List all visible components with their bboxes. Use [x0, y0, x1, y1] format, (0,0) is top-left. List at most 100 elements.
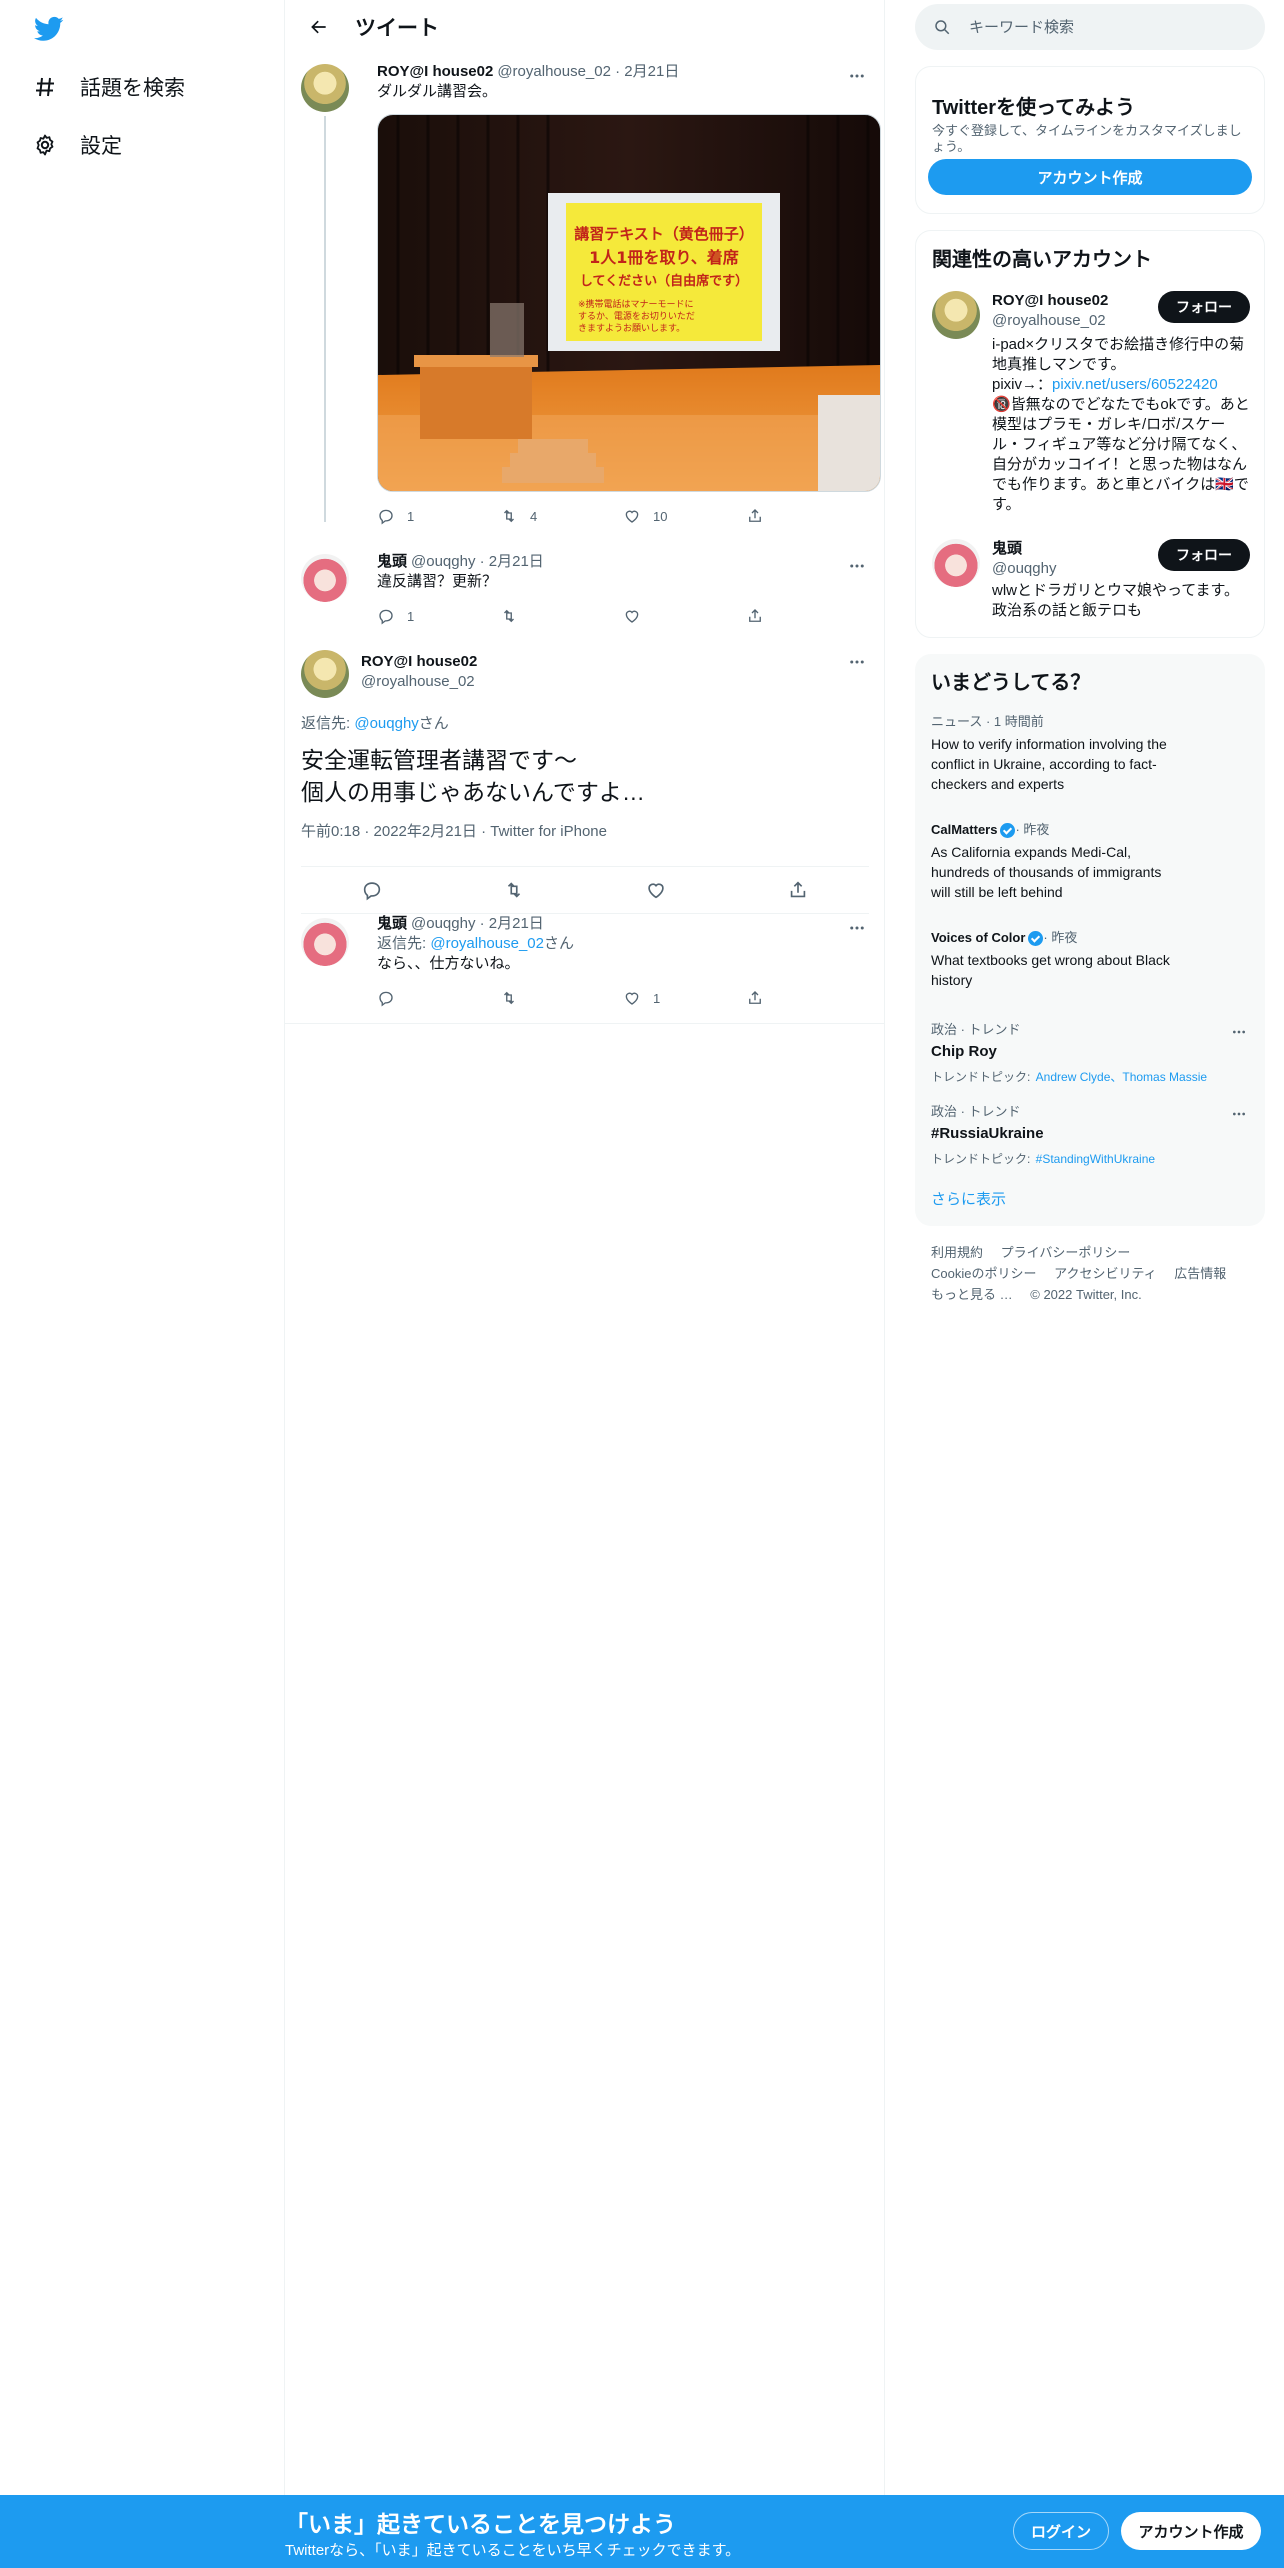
author-name[interactable]: ROY@I house02 — [377, 62, 493, 82]
avatar[interactable] — [932, 539, 980, 587]
author-handle[interactable]: @royalhouse_02 — [361, 672, 869, 692]
pixiv-link[interactable]: pixiv.net/users/60522420 — [1052, 376, 1218, 393]
account-bio: i-pad×クリスタでお絵描き修行中の菊地真推しマンです。 pixiv→：pix… — [992, 335, 1250, 515]
retweet-button[interactable]: 4 — [500, 507, 623, 525]
like-button[interactable]: 10 — [623, 507, 746, 525]
footer-link[interactable]: 利用規約 — [931, 1245, 983, 1260]
like-button[interactable] — [638, 872, 674, 908]
reply-button[interactable] — [377, 989, 500, 1007]
tweet-item[interactable]: ROY@I house02 @royalhouse_02 · 2月21日 ダルダ… — [285, 62, 885, 532]
nav-explore[interactable]: 話題を検索 — [32, 59, 185, 115]
reply-button[interactable]: 1 — [377, 607, 500, 625]
share-button[interactable] — [746, 507, 869, 525]
trends-card: いまどうしてる？ ニュース · 1 時間前 How to verify info… — [915, 654, 1265, 1226]
share-icon — [749, 509, 761, 522]
footer-link[interactable]: アクセシビリティ — [1054, 1266, 1157, 1281]
trend-more-button[interactable] — [1229, 1022, 1249, 1042]
reply-button[interactable]: 1 — [377, 507, 500, 525]
share-button[interactable] — [746, 607, 869, 625]
footer-more-link[interactable]: もっと見る … — [931, 1287, 1013, 1302]
share-icon — [790, 881, 806, 898]
reply-to-line: 返信先: @royalhouse_02さん — [377, 934, 869, 954]
author-name[interactable]: ROY@I house02 — [361, 652, 869, 672]
footer-link[interactable]: Cookieのポリシー — [931, 1266, 1036, 1281]
search-box[interactable] — [915, 4, 1265, 50]
reply-handle-link[interactable]: @royalhouse_02 — [430, 935, 544, 952]
login-button[interactable]: ログイン — [1013, 2512, 1109, 2550]
twitter-logo-icon[interactable] — [32, 14, 66, 44]
back-button[interactable] — [301, 9, 337, 45]
reply-suffix: さん — [418, 715, 449, 732]
more-options-button[interactable] — [845, 554, 869, 578]
signup-title: Twitterを使ってみよう — [932, 97, 1136, 119]
tweet-item[interactable]: 鬼頭 @ouqghy · 2月21日 違反講習？更新？ 1 — [285, 552, 885, 642]
like-button[interactable] — [623, 607, 746, 625]
trend-item[interactable]: 政治 · トレンド Chip Roy トレンドトピック: Andrew Clyd… — [931, 1022, 1249, 1085]
author-meta[interactable]: @ouqghy · 2月21日 — [411, 552, 544, 572]
reply-count: 1 — [407, 508, 415, 524]
tweet-photo[interactable]: 講習テキスト（黄色冊子） 1人1冊を取り、着席 してください（自由席です） ※携… — [377, 114, 881, 492]
signup-button[interactable]: アカウント作成 — [1121, 2512, 1261, 2550]
author-name[interactable]: 鬼頭 — [377, 552, 407, 572]
news-item[interactable]: CalMatters · 昨夜 As California expands Me… — [931, 822, 1249, 902]
share-icon — [749, 991, 761, 1004]
author-meta[interactable]: @ouqghy · 2月21日 — [411, 914, 544, 934]
account-item[interactable]: フォロー ROY@I house02 @royalhouse_02 i-pad×… — [932, 291, 1250, 515]
retweet-button[interactable] — [500, 989, 623, 1007]
avatar[interactable] — [301, 918, 349, 966]
like-count: 10 — [653, 508, 668, 524]
nav-settings-label: 設定 — [80, 135, 122, 158]
avatar[interactable] — [301, 554, 349, 602]
like-button[interactable]: 1 — [623, 989, 746, 1007]
avatar[interactable] — [932, 291, 980, 339]
slide-line-1: 講習テキスト（黄色冊子） — [574, 225, 754, 243]
author-meta[interactable]: @royalhouse_02 · 2月21日 — [497, 62, 679, 82]
reply-handle-link[interactable]: @ouqghy — [354, 715, 418, 732]
more-options-button[interactable] — [845, 916, 869, 940]
avatar[interactable] — [301, 64, 349, 112]
tweet-item[interactable]: 鬼頭 @ouqghy · 2月21日 返信先: @royalhouse_02さん… — [285, 914, 885, 1024]
bottom-bar-title: 「いま」起きていることを見つけよう — [285, 2511, 676, 2537]
footer-link[interactable]: 広告情報 — [1174, 1266, 1226, 1281]
news-item[interactable]: ニュース · 1 時間前 How to verify information i… — [931, 714, 1249, 794]
avatar[interactable] — [301, 650, 349, 698]
share-button[interactable] — [746, 989, 869, 1007]
bottom-bar-subtitle: Twitterなら、「いま」起きていることをいち早くチェックできます。 — [285, 2542, 741, 2559]
reply-prefix: 返信先: — [301, 715, 355, 732]
tweet-actions: 1 4 10 — [377, 502, 869, 530]
follow-button[interactable]: フォロー — [1158, 539, 1250, 571]
trend-more-button[interactable] — [1229, 1104, 1249, 1124]
focused-actions — [301, 866, 869, 914]
trend-item[interactable]: 政治 · トレンド #RussiaUkraine トレンドトピック: #Stan… — [931, 1104, 1249, 1167]
verified-icon — [1000, 822, 1016, 838]
more-icon — [850, 926, 864, 930]
nav-explore-label: 話題を検索 — [80, 77, 185, 100]
create-account-button[interactable]: アカウント作成 — [928, 159, 1252, 195]
trend-topics-link[interactable]: #StandingWithUkraine — [1036, 1152, 1155, 1166]
reply-to-line: 返信先: @ouqghyさん — [301, 714, 869, 734]
search-input[interactable] — [969, 18, 1229, 36]
follow-button[interactable]: フォロー — [1158, 291, 1250, 323]
trend-topics-link[interactable]: Andrew Clyde、Thomas Massie — [1036, 1070, 1207, 1084]
tweet-timestamp[interactable]: 午前0:18 · 2022年2月21日 · Twitter for iPhone — [301, 822, 869, 842]
more-options-button[interactable] — [845, 650, 869, 674]
more-options-button[interactable] — [845, 64, 869, 88]
reply-icon — [379, 509, 393, 525]
left-nav: 話題を検索 設定 — [0, 0, 285, 2495]
heart-icon — [625, 510, 639, 523]
show-more-link[interactable]: さらに表示 — [931, 1188, 1006, 1209]
slide-line-6: きますようお願いします。 — [578, 323, 685, 334]
footer-link[interactable]: プライバシーポリシー — [1001, 1245, 1131, 1260]
reply-button[interactable] — [354, 872, 390, 908]
author-name[interactable]: 鬼頭 — [377, 914, 407, 934]
news-item[interactable]: Voices of Color · 昨夜 What textbooks get … — [931, 930, 1249, 990]
retweet-button[interactable] — [500, 607, 623, 625]
retweet-button[interactable] — [496, 872, 532, 908]
nav-settings[interactable]: 設定 — [32, 117, 122, 173]
share-button[interactable] — [780, 872, 816, 908]
news-meta: ニュース · 1 時間前 — [931, 714, 1044, 729]
main-column: ツイート ROY@I house02 @royalhouse_02 · 2月21… — [285, 0, 885, 2495]
account-item[interactable]: フォロー 鬼頭 @ouqghy wlwとドラガリとウマ娘やってます。政治系の話と… — [932, 539, 1250, 621]
related-accounts-card: 関連性の高いアカウント フォロー ROY@I house02 @royalhou… — [915, 230, 1265, 638]
gear-icon — [32, 132, 58, 158]
